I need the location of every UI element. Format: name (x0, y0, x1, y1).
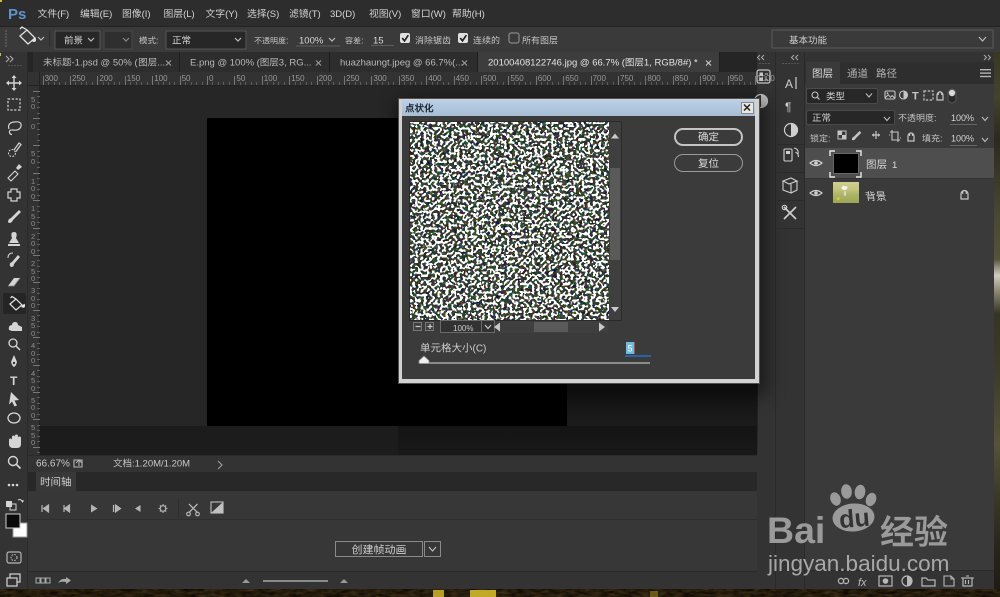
svg-text:(W): (W) (431, 9, 446, 20)
svg-text:E.png @ 100% (: E.png @ 100% ( (190, 58, 261, 69)
svg-text:(V): (V) (389, 9, 402, 20)
svg-text:jingyan.baidu.com: jingyan.baidu.com (767, 551, 949, 576)
svg-text::: : (828, 134, 831, 144)
svg-text::: : (934, 113, 937, 123)
svg-text:15: 15 (373, 36, 384, 47)
svg-text:du: du (838, 504, 871, 535)
svg-text:Bai: Bai (767, 509, 825, 551)
svg-text:20100408122746.jpg @ 66.7% (: 20100408122746.jpg @ 66.7% ( (488, 58, 626, 69)
svg-text:3, RG...: 3, RG... (279, 58, 312, 69)
svg-text:(H): (H) (472, 9, 485, 20)
svg-text:66.67%: 66.67% (36, 459, 70, 470)
svg-text:100%: 100% (951, 113, 974, 123)
svg-text::: : (361, 36, 364, 46)
svg-text::: : (286, 36, 289, 46)
svg-text:1, RGB/8#) *: 1, RGB/8#) * (644, 58, 698, 69)
svg-text:(Y): (Y) (225, 9, 238, 20)
svg-text:5: 5 (628, 344, 633, 354)
svg-text::1.20M/1.20M: :1.20M/1.20M (132, 459, 190, 470)
svg-text:(I): (I) (142, 9, 151, 20)
svg-text:(T): (T) (309, 9, 321, 20)
svg-text:(L): (L) (183, 9, 195, 20)
svg-text::: : (156, 36, 159, 46)
svg-text:(C): (C) (473, 344, 487, 355)
svg-text:3D(D): 3D(D) (330, 9, 355, 20)
svg-text:100%: 100% (453, 324, 473, 333)
svg-text:-1.psd @ 50% (: -1.psd @ 50% ( (72, 58, 139, 69)
svg-text:(F): (F) (57, 9, 69, 20)
svg-text::: : (940, 134, 943, 144)
svg-text:...: ... (157, 58, 165, 69)
svg-text:100%: 100% (951, 134, 974, 144)
svg-text:(E): (E) (100, 9, 113, 20)
svg-text:(S): (S) (267, 9, 280, 20)
svg-text:100%: 100% (299, 36, 324, 47)
svg-text:huazhaungt.jpeg @ 66.7%(...: huazhaungt.jpeg @ 66.7%(... (340, 58, 463, 69)
svg-text:1: 1 (892, 160, 897, 171)
